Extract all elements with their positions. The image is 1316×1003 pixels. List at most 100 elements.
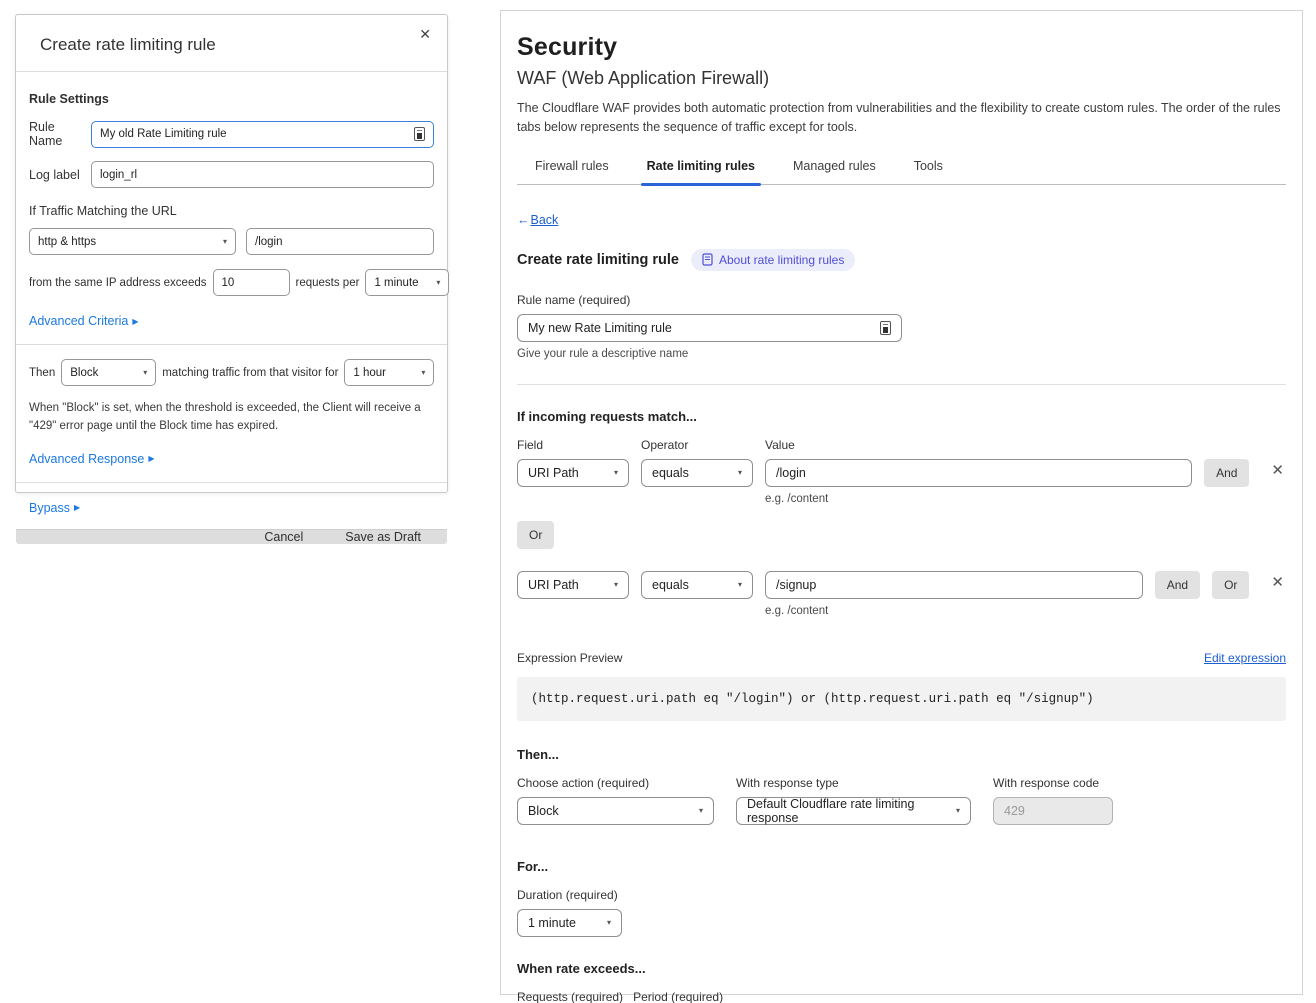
- page-title: Security: [517, 33, 1286, 62]
- remove-condition-icon[interactable]: ✕: [1269, 571, 1286, 594]
- chevron-down-icon: ▾: [436, 278, 440, 287]
- chevron-down-icon: ▾: [614, 468, 618, 477]
- then-label: Then: [29, 367, 55, 379]
- expression-preview-label: Expression Preview: [517, 651, 622, 665]
- save-as-draft-button[interactable]: Save as Draft: [345, 530, 421, 544]
- about-rate-limiting-link[interactable]: About rate limiting rules: [691, 249, 855, 271]
- field-select[interactable]: URI Path ▾: [517, 459, 629, 487]
- tab-rate-limiting-rules[interactable]: Rate limiting rules: [641, 159, 761, 184]
- then-row: Then Block ▾ matching traffic from that …: [29, 359, 434, 386]
- value-hint: e.g. /content: [765, 493, 1192, 505]
- match-column-labels: Field Operator Value: [517, 438, 1286, 452]
- period-value: 1 minute: [374, 277, 418, 289]
- log-label-label: Log label: [29, 168, 91, 182]
- bypass-label: Bypass: [29, 501, 70, 515]
- rate-heading: When rate exceeds...: [517, 961, 1286, 976]
- advanced-response-link[interactable]: Advanced Response ▶: [29, 452, 155, 466]
- value-column: /login e.g. /content: [765, 459, 1192, 505]
- tab-tools[interactable]: Tools: [908, 159, 949, 184]
- period-select[interactable]: 1 minute ▾: [365, 269, 449, 296]
- scheme-value: http & https: [38, 236, 96, 248]
- legacy-rate-limiting-modal: Create rate limiting rule ✕ Rule Setting…: [15, 14, 448, 493]
- operator-value: equals: [652, 466, 689, 480]
- or-button[interactable]: Or: [517, 521, 554, 549]
- screen: Create rate limiting rule ✕ Rule Setting…: [0, 0, 1316, 1003]
- tab-managed-rules[interactable]: Managed rules: [787, 159, 882, 184]
- chevron-down-icon: ▾: [614, 580, 618, 589]
- advanced-criteria-link[interactable]: Advanced Criteria ▶: [29, 314, 139, 328]
- chevron-down-icon: ▾: [738, 580, 742, 589]
- form-title: Create rate limiting rule: [517, 252, 679, 268]
- waf-description: The Cloudflare WAF provides both automat…: [517, 99, 1286, 137]
- rule-name-value: My old Rate Limiting rule: [100, 128, 227, 140]
- choose-action-label: Choose action (required): [517, 776, 714, 790]
- value-input[interactable]: /login: [765, 459, 1192, 487]
- requests-input[interactable]: 10: [213, 269, 290, 296]
- back-arrow-icon: ←: [517, 213, 530, 227]
- action-value: Block: [528, 804, 559, 818]
- operator-select[interactable]: equals ▾: [641, 571, 753, 599]
- value-input[interactable]: /signup: [765, 571, 1143, 599]
- bypass-link[interactable]: Bypass ▶: [29, 501, 80, 515]
- and-button[interactable]: And: [1204, 459, 1249, 487]
- cancel-button[interactable]: Cancel: [264, 530, 303, 544]
- advanced-criteria-label: Advanced Criteria: [29, 314, 128, 328]
- response-code-value: 429: [1004, 804, 1025, 818]
- field-value: URI Path: [528, 466, 579, 480]
- duration-label: Duration (required): [517, 888, 1286, 902]
- url-input[interactable]: /login: [246, 228, 434, 255]
- block-help-text: When "Block" is set, when the threshold …: [29, 400, 434, 436]
- period-label: Period (required): [633, 990, 748, 1003]
- for-heading: For...: [517, 859, 1286, 874]
- response-type-label: With response type: [736, 776, 971, 790]
- waf-tabs: Firewall rules Rate limiting rules Manag…: [517, 159, 1286, 185]
- scheme-select[interactable]: http & https ▾: [29, 228, 236, 255]
- block-duration-select[interactable]: 1 hour ▾: [344, 359, 434, 386]
- rule-name-input[interactable]: My old Rate Limiting rule: [91, 121, 434, 148]
- operator-select[interactable]: equals ▾: [641, 459, 753, 487]
- modal-title: Create rate limiting rule: [40, 35, 423, 55]
- autofill-icon: [414, 127, 425, 141]
- chevron-down-icon: ▾: [738, 468, 742, 477]
- close-icon[interactable]: ✕: [419, 27, 431, 41]
- and-button[interactable]: And: [1155, 571, 1200, 599]
- response-type-select[interactable]: Default Cloudflare rate limiting respons…: [736, 797, 971, 825]
- then-controls: Choose action (required) Block ▾ With re…: [517, 776, 1286, 825]
- expression-code: (http.request.uri.path eq "/login") or (…: [517, 677, 1286, 721]
- or-button[interactable]: Or: [1212, 571, 1249, 599]
- remove-condition-icon[interactable]: ✕: [1269, 459, 1286, 482]
- edit-expression-link[interactable]: Edit expression: [1204, 651, 1286, 665]
- value-column: /signup e.g. /content: [765, 571, 1143, 617]
- field-select[interactable]: URI Path ▾: [517, 571, 629, 599]
- exceeds-prefix-text: from the same IP address exceeds: [29, 277, 207, 289]
- duration-select[interactable]: 1 minute ▾: [517, 909, 622, 937]
- value-column-label: Value: [765, 438, 795, 452]
- requests-label: Requests (required): [517, 990, 623, 1003]
- rate-controls: Requests (required) 10 Period (required)…: [517, 990, 1286, 1003]
- back-link[interactable]: ← Back: [517, 213, 558, 227]
- action-select[interactable]: Block ▾: [61, 359, 156, 386]
- match-section: If incoming requests match... Field Oper…: [517, 409, 1286, 617]
- requests-suffix-text: requests per: [296, 277, 360, 289]
- choose-action-select[interactable]: Block ▾: [517, 797, 714, 825]
- chevron-down-icon: ▾: [223, 237, 227, 246]
- about-badge-label: About rate limiting rules: [719, 253, 844, 267]
- rule-name-input[interactable]: My new Rate Limiting rule: [517, 314, 902, 342]
- log-label-value: login_rl: [100, 169, 137, 181]
- response-type-value: Default Cloudflare rate limiting respons…: [747, 797, 948, 825]
- rule-name-row: Rule Name My old Rate Limiting rule: [29, 120, 434, 148]
- rule-name-help: Give your rule a descriptive name: [517, 348, 1286, 360]
- page-subtitle: WAF (Web Application Firewall): [517, 68, 1286, 89]
- url-value: /login: [255, 236, 283, 248]
- block-duration-value: 1 hour: [353, 367, 386, 379]
- rate-section: When rate exceeds... Requests (required)…: [517, 961, 1286, 1003]
- modal-header: Create rate limiting rule ✕: [16, 15, 447, 72]
- advanced-response-label: Advanced Response: [29, 452, 144, 466]
- tab-firewall-rules[interactable]: Firewall rules: [529, 159, 615, 184]
- log-label-input[interactable]: login_rl: [91, 161, 434, 188]
- rule-name-value: My new Rate Limiting rule: [528, 321, 672, 335]
- url-match-row: http & https ▾ /login: [29, 228, 434, 255]
- then-section: Then... Choose action (required) Block ▾…: [517, 747, 1286, 825]
- chevron-down-icon: ▾: [143, 368, 147, 377]
- rule-settings-heading: Rule Settings: [29, 92, 434, 106]
